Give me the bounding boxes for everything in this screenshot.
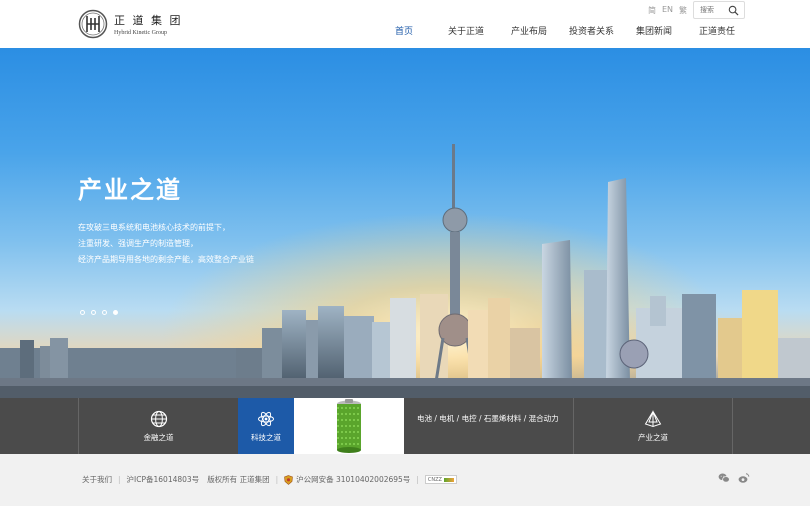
search-input[interactable] (700, 6, 730, 14)
logo-english-name: Hybrid Kinetic Group (114, 30, 167, 36)
police-badge-icon (284, 474, 293, 485)
hero-line: 注重研发、强调生产的制造管理， (78, 239, 198, 248)
language-switcher: 简 EN 繁 (648, 5, 687, 16)
site-footer: 关于我们 | 沪ICP备16014803号 版权所有 正道集团 | 沪公网安备 … (0, 454, 810, 506)
lang-simplified[interactable]: 简 (648, 5, 656, 16)
feature-tech[interactable]: 科技之道 (238, 398, 294, 454)
hero-line: 在攻破三电系统和电池核心技术的前提下， (78, 223, 230, 232)
lang-english[interactable]: EN (662, 5, 673, 16)
feature-tech-label: 科技之道 (251, 433, 281, 442)
slide-dot[interactable] (102, 310, 107, 315)
hero-description: 在攻破三电系统和电池核心技术的前提下， 注重研发、强调生产的制造管理， 经济产品… (78, 220, 254, 268)
nav-industry[interactable]: 产业布局 (511, 24, 547, 37)
cnzz-badge-stripe (443, 477, 454, 482)
hero-banner: 产业之道 在攻破三电系统和电池核心技术的前提下， 注重研发、强调生产的制造管理，… (0, 48, 810, 398)
nav-about[interactable]: 关于正道 (448, 24, 484, 37)
slide-indicators (80, 310, 118, 315)
site-header: 正 道 集 团 Hybrid Kinetic Group 简 EN 繁 首页 关… (0, 0, 810, 48)
cnzz-badge[interactable]: CNZZ (424, 475, 457, 484)
lang-traditional[interactable]: 繁 (679, 5, 687, 16)
nav-news[interactable]: 集团新闻 (636, 24, 672, 37)
atom-icon (258, 411, 274, 427)
pyramid-icon (644, 410, 662, 428)
footer-about-link[interactable]: 关于我们 (82, 474, 112, 485)
footer-social (718, 472, 750, 484)
feature-bar: 金融之道 科技之道 电池 / 电机 / 电控 / 石墨烯材料 / 混合动力 产业… (0, 398, 810, 454)
search-box (693, 1, 745, 19)
footer-divider: | (275, 475, 279, 484)
globe-icon (150, 410, 167, 428)
feature-industry[interactable]: 产业之道 (573, 398, 733, 454)
wechat-icon[interactable] (718, 472, 730, 484)
footer-copyright: 版权所有 正道集团 (207, 475, 270, 484)
feature-industry-label: 产业之道 (638, 433, 668, 442)
slide-dot[interactable] (91, 310, 96, 315)
cnzz-badge-label: CNZZ (427, 476, 442, 483)
nav-home[interactable]: 首页 (395, 24, 413, 37)
slide-dot-active[interactable] (113, 310, 118, 315)
nav-responsibility[interactable]: 正道责任 (699, 24, 735, 37)
footer-divider: | (118, 475, 121, 484)
nav-investors[interactable]: 投资者关系 (569, 24, 614, 37)
footer-police-record[interactable]: 沪公网安备 31010402002695号 (296, 474, 410, 485)
logo[interactable]: 正 道 集 团 Hybrid Kinetic Group (78, 9, 183, 39)
hero-line: 经济产品期导用各地的剩余产能，高效整合产业链 (78, 255, 254, 264)
search-icon[interactable] (728, 5, 739, 16)
footer-links: 关于我们 | 沪ICP备16014803号 版权所有 正道集团 | 沪公网安备 … (82, 474, 457, 485)
feature-battery-image (294, 398, 404, 454)
hero-title: 产业之道 (78, 176, 182, 204)
grass-battery-icon (337, 399, 361, 453)
footer-icp[interactable]: 沪ICP备16014803号 (127, 474, 200, 485)
slide-dot[interactable] (80, 310, 85, 315)
feature-finance-label: 金融之道 (143, 433, 174, 442)
logo-chinese-name: 正 道 集 团 (114, 14, 183, 27)
logo-emblem-icon (78, 9, 108, 39)
weibo-icon[interactable] (738, 472, 750, 484)
feature-finance[interactable]: 金融之道 (78, 398, 238, 454)
feature-product-list[interactable]: 电池 / 电机 / 电控 / 石墨烯材料 / 混合动力 (405, 398, 573, 454)
footer-divider: | (416, 475, 419, 484)
